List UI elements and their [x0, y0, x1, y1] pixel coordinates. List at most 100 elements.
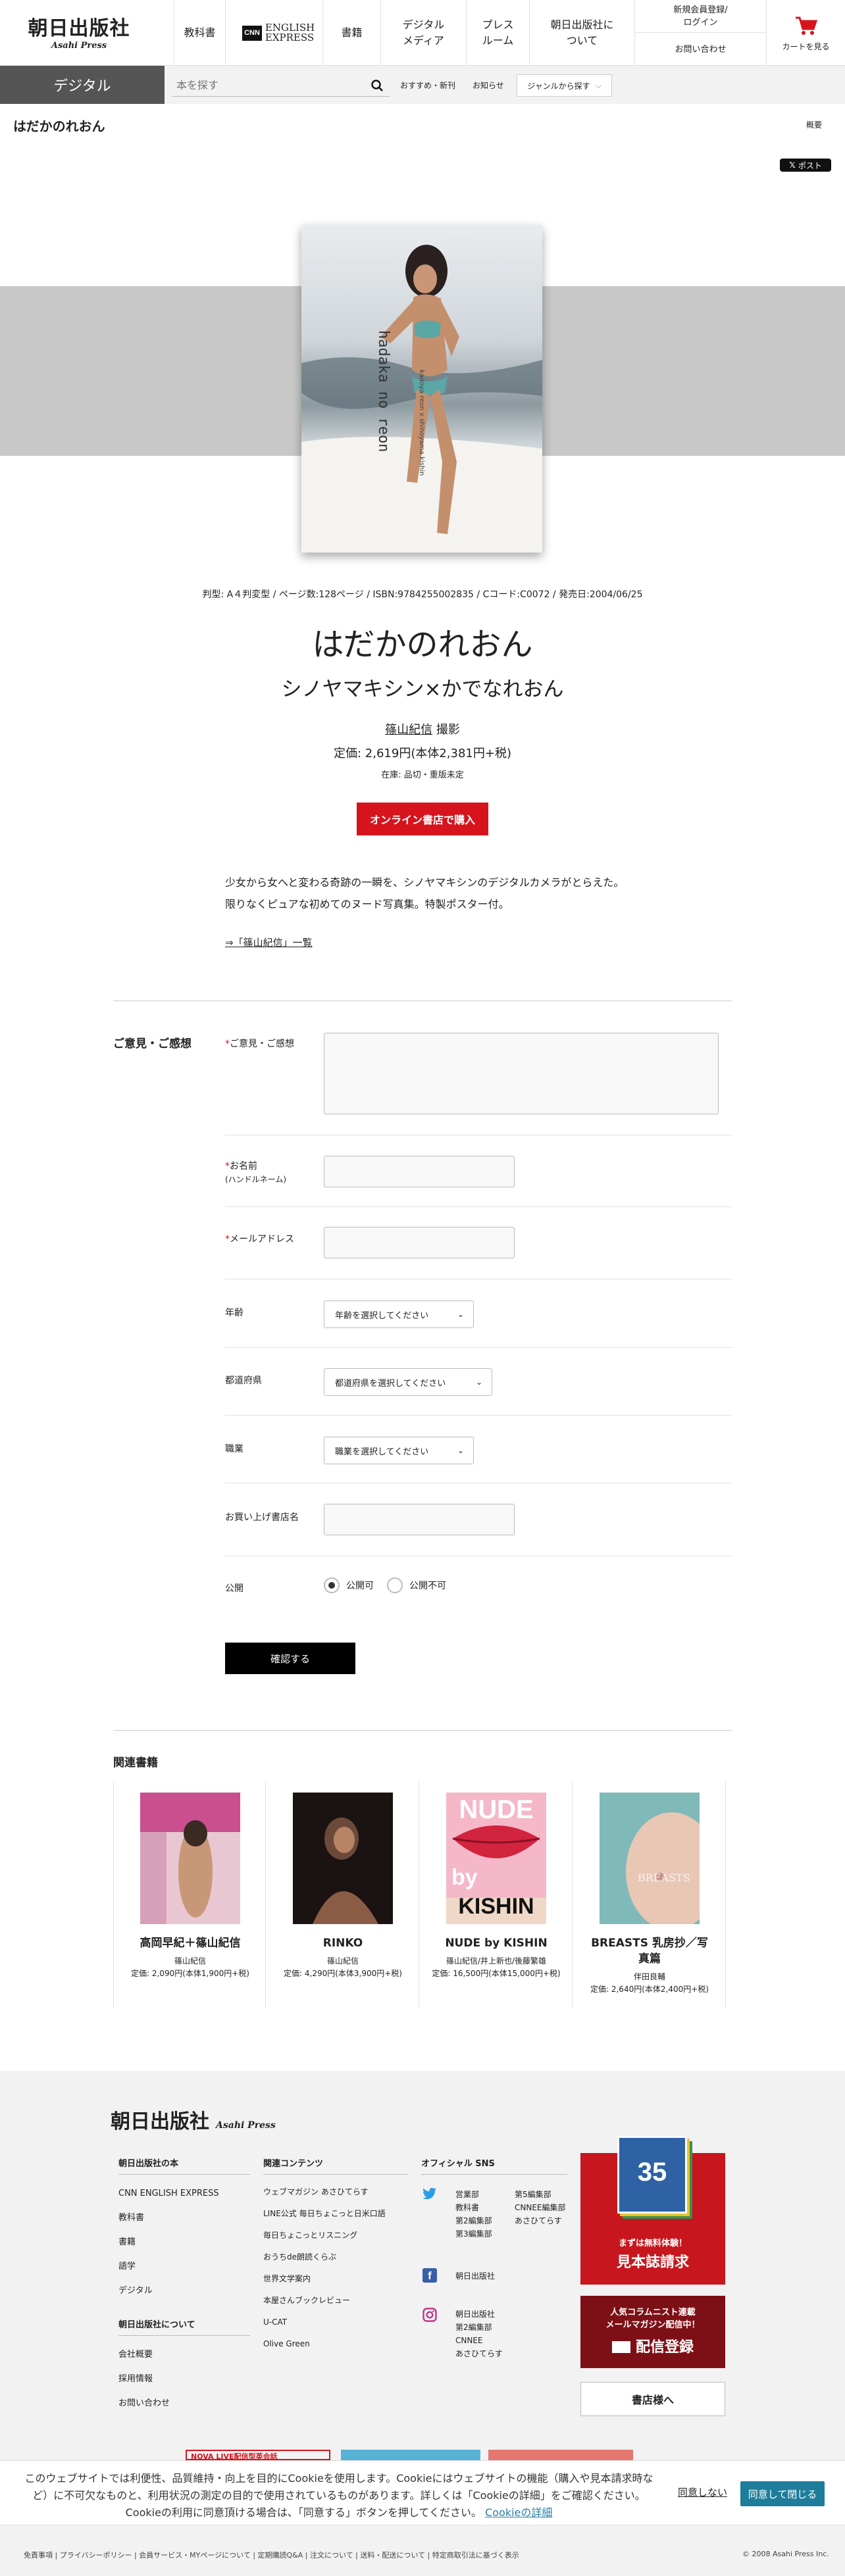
buy-online-button[interactable]: オンライン書店で購入 — [357, 803, 488, 835]
footer-col-heading: 朝日出版社について — [118, 2317, 250, 2336]
footer-link[interactable]: おうちde朗読くらぶ — [263, 2246, 408, 2268]
overview-link[interactable]: 概要 — [806, 119, 822, 130]
ad-banner[interactable]: NOVA LIVE配信型英会話 — [186, 2450, 330, 2461]
footer-link[interactable]: Olive Green — [263, 2333, 408, 2355]
cover-text-kishin: KISHIN — [458, 1894, 534, 1919]
book-cover-image: hadaka no reon kadoya reon x shinoyama k… — [301, 225, 542, 553]
search-box — [172, 74, 390, 97]
related-book-card[interactable]: RINKO 篠山紀信 定価: 4,290円(本体3,900円+税) — [267, 1781, 419, 2008]
mail-icon — [611, 2341, 630, 2353]
genre-label: ジャンルから探す — [527, 81, 590, 91]
comment-label: *ご意見・ご感想 — [225, 1037, 294, 1051]
x-post-button[interactable]: 𝕏 ポスト — [780, 159, 831, 172]
cookie-line: ど）に不可欠なものと、利用状況の測定の目的で使用されているものがあります。詳しく… — [32, 2489, 646, 2502]
ad-banner[interactable] — [341, 2450, 480, 2460]
footer-logo[interactable]: 朝日出版社 Asahi Press — [111, 2105, 276, 2134]
cookie-text: このウェブサイトでは利便性、品質維持・向上を目的にCookieを使用します。Co… — [20, 2470, 658, 2521]
search-input[interactable] — [172, 74, 363, 95]
related-book-title: 高岡早紀＋篠山紀信 — [140, 1937, 241, 1950]
related-book-card[interactable]: BREASTS BREASTS 乳房抄／写真篇 伴田良輔 定価: 2,640円(本体… — [573, 1781, 726, 2008]
sns-link[interactable]: CNNEE — [455, 2334, 503, 2347]
footer-col-heading: 関連コンテンツ — [263, 2156, 408, 2175]
site-logo[interactable]: 朝日出版社 Asahi Press — [26, 12, 132, 54]
genre-select[interactable]: ジャンルから探す ⌵ — [517, 74, 612, 97]
footer-link[interactable]: 世界文学案内 — [263, 2268, 408, 2290]
footer-link[interactable]: デジタル — [118, 2279, 250, 2303]
mm-register: 配信登録 — [580, 2335, 725, 2356]
cart-button[interactable]: カートを見る — [766, 0, 845, 66]
footer-link[interactable]: 本屋さんブックレビュー — [263, 2290, 408, 2312]
footer-logo-jp: 朝日出版社 — [111, 2110, 209, 2133]
public-yes-radio[interactable]: 公開可 — [324, 1577, 374, 1593]
footer-link[interactable]: CNN ENGLISH EXPRESS — [118, 2181, 250, 2206]
nav-english-express[interactable]: CNN ENGLISH EXPRESS — [225, 0, 322, 66]
sns-link[interactable]: 営業部 — [455, 2188, 492, 2201]
nav-about[interactable]: 朝日出版社に ついて — [529, 0, 634, 66]
ad-banner[interactable] — [488, 2450, 633, 2460]
cookie-deny-button[interactable]: 同意しない — [678, 2485, 727, 2499]
footer-col-books: 朝日出版社の本 CNN ENGLISH EXPRESS 教科書 書籍 語学 デジ… — [118, 2156, 250, 2415]
footer-link[interactable]: 語学 — [118, 2254, 250, 2279]
related-book-card[interactable]: 高岡早紀＋篠山紀信 篠山紀信 定価: 2,090円(本体1,900円+税) — [113, 1781, 266, 2008]
radio-unchecked-icon — [387, 1577, 403, 1593]
bookstore-link-button[interactable]: 書店様へ — [580, 2382, 725, 2416]
member-login-link[interactable]: 新規会員登録/ ログイン — [634, 0, 766, 33]
footer-link[interactable]: U-CAT — [263, 2312, 408, 2333]
prefecture-select[interactable]: 都道府県を選択してください ⌄ — [324, 1368, 492, 1396]
footer-link[interactable]: 書籍 — [118, 2230, 250, 2254]
mm-line-2: メールマガジン配信中！ — [605, 2320, 700, 2330]
mail-magazine-banner[interactable]: 人気コラムニスト連載 メールマガジン配信中！ 配信登録 — [580, 2296, 725, 2368]
sns-link[interactable]: あさひてらす — [455, 2347, 503, 2360]
author-list-link[interactable]: ⇒「篠山紀信」一覧 — [225, 935, 313, 949]
search-icon[interactable] — [371, 80, 383, 91]
divider — [225, 1347, 732, 1348]
footer-link[interactable]: 採用情報 — [118, 2367, 250, 2391]
sns-link[interactable]: 朝日出版社 — [455, 2269, 495, 2283]
comment-textarea[interactable] — [324, 1033, 719, 1114]
cookie-details-link[interactable]: Cookieの詳細 — [485, 2506, 552, 2519]
nav-books[interactable]: 書籍 — [322, 0, 380, 66]
sns-link[interactable]: 朝日出版社 — [455, 2308, 503, 2321]
email-field[interactable] — [324, 1227, 515, 1258]
sns-link[interactable]: 第3編集部 — [455, 2227, 492, 2241]
author-link[interactable]: 篠山紀信 — [385, 723, 432, 737]
nav-press-room[interactable]: プレス ルーム — [466, 0, 529, 66]
sns-link[interactable]: 第2編集部 — [455, 2321, 503, 2334]
sns-link[interactable]: 第5編集部 — [515, 2188, 566, 2201]
sns-link[interactable]: CNNEE編集部 — [515, 2201, 566, 2214]
nav-label: ENGLISH EXPRESS — [265, 22, 315, 43]
age-select[interactable]: 年齢を選択してください ⌄ — [324, 1300, 474, 1328]
footer-link[interactable]: 教科書 — [118, 2206, 250, 2230]
book-subtitle: シノヤマキシン×かでなれおん — [281, 678, 564, 701]
nav-label: プレス ルーム — [482, 18, 514, 47]
footer-link[interactable]: 毎日ちょこっとリスニング — [263, 2225, 408, 2246]
confirm-button[interactable]: 確認する — [225, 1643, 355, 1674]
footer-link[interactable]: ウェブマガジン あさひてらす — [263, 2181, 408, 2203]
news-link[interactable]: お知らせ — [473, 78, 504, 93]
legal-links[interactable]: 免責事項 | プライバシーポリシー | 会員サービス・MYページについて | 定… — [24, 2550, 519, 2560]
footer-link[interactable]: 会社概要 — [118, 2342, 250, 2367]
footer-link[interactable]: お問い合わせ — [118, 2391, 250, 2415]
footer-link[interactable]: LINE公式 毎日ちょこっと日米口語 — [263, 2203, 408, 2225]
sns-link[interactable]: 教科書 — [455, 2201, 492, 2214]
cover-text-by: by — [451, 1865, 478, 1890]
sample-magazine-request-banner[interactable]: 35 まずは無料体験！ 見本誌請求 — [580, 2136, 725, 2285]
nav-textbook[interactable]: 教科書 — [174, 0, 225, 66]
related-book-price: 定価: 4,290円(本体3,900円+税) — [284, 1969, 402, 1978]
nav-digital-media[interactable]: デジタル メディア — [380, 0, 466, 66]
sns-link[interactable]: あさひてらす — [515, 2214, 566, 2227]
store-field[interactable] — [324, 1504, 515, 1535]
public-no-radio[interactable]: 公開不可 — [387, 1577, 446, 1593]
magazine-number: 35 — [637, 2158, 667, 2187]
sns-link[interactable]: 第2編集部 — [455, 2214, 492, 2227]
recommend-link[interactable]: おすすめ・新刊 — [400, 78, 455, 93]
job-select[interactable]: 職業を選択してください ⌄ — [324, 1437, 474, 1464]
name-field[interactable] — [324, 1156, 515, 1187]
tab-digital[interactable]: デジタル — [0, 66, 165, 104]
contact-link[interactable]: お問い合わせ — [634, 33, 766, 66]
cookie-agree-button[interactable]: 同意して閉じる — [740, 2481, 825, 2506]
facebook-icon: f — [423, 2268, 437, 2283]
x-post-label: ポスト — [798, 161, 822, 170]
x-icon: 𝕏 — [789, 161, 796, 170]
related-book-card[interactable]: NUDE by KISHIN NUDE by KISHIN 篠山紀信/井上新也/後… — [420, 1781, 573, 2008]
